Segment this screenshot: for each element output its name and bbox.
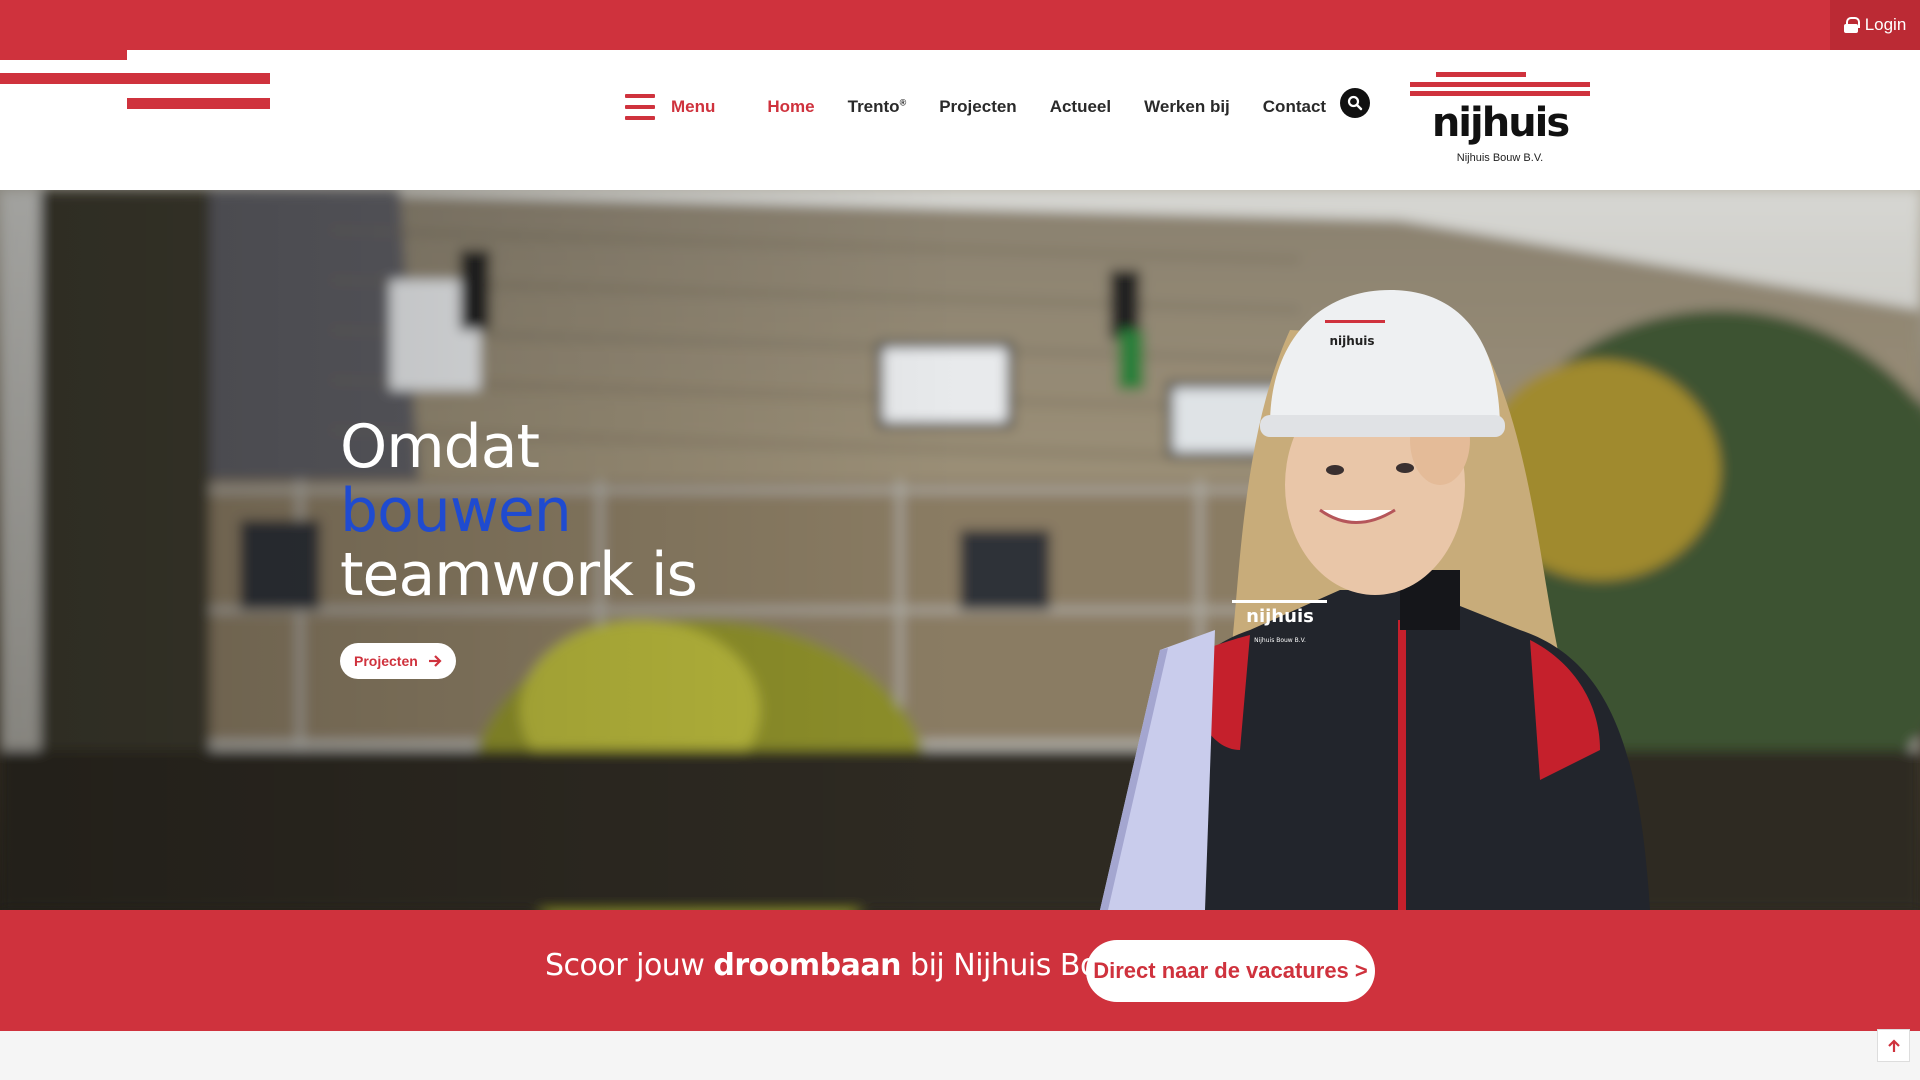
nav-trento[interactable]: Trento®	[848, 97, 907, 117]
svg-text:nijhuis: nijhuis	[1329, 334, 1374, 348]
decor-stripe	[127, 98, 270, 109]
decor-stripe	[0, 50, 127, 60]
svg-text:nijhuis: nijhuis	[1432, 100, 1569, 146]
search-button[interactable]	[1340, 88, 1370, 118]
logo-caption: Nijhuis Bouw B.V.	[1456, 152, 1544, 164]
menu-button[interactable]: Menu	[625, 94, 715, 120]
site-logo[interactable]: nijhuis Nijhuis Bouw B.V.	[1408, 70, 1592, 170]
projecten-button-label: Projecten	[354, 653, 418, 669]
nijhuis-logo: nijhuis	[1410, 72, 1590, 146]
menu-label: Menu	[671, 97, 716, 116]
login-label: Login	[1864, 15, 1907, 34]
hero-banner: nijhuis nijhuis Nijhuis Bouw B.V. Omdat …	[0, 190, 1920, 910]
svg-text:Nijhuis Bouw B.V.: Nijhuis Bouw B.V.	[1254, 637, 1306, 644]
main-nav: Menu Home Trento® Projecten Actueel Werk…	[625, 92, 1359, 122]
vacancy-cta-band: Scoor jouw droombaan bij Nijhuis Bouw! D…	[0, 910, 1920, 1031]
scroll-to-top-button[interactable]	[1877, 1029, 1910, 1062]
nav-werken-bij[interactable]: Werken bij	[1144, 97, 1230, 117]
hero-title-line-2: bouwen	[340, 476, 572, 546]
projecten-button[interactable]: Projecten	[340, 643, 456, 679]
cta-text: Scoor jouw droombaan bij Nijhuis Bouw!	[545, 948, 1152, 983]
page-bottom	[0, 1031, 1920, 1080]
hero-title-line-1: Omdat	[340, 412, 540, 482]
hero-title: Omdat bouwen teamwork is	[340, 412, 698, 610]
hero-photo: nijhuis nijhuis Nijhuis Bouw B.V.	[0, 190, 1920, 910]
nav-actueel[interactable]: Actueel	[1050, 97, 1111, 117]
hamburger-icon	[625, 94, 655, 120]
vacancies-button[interactable]: Direct naar de vacatures >	[1086, 940, 1375, 1002]
lock-icon	[1843, 17, 1860, 33]
top-bar: Login	[0, 0, 1920, 50]
arrow-up-icon	[1887, 1038, 1900, 1052]
nav-contact[interactable]: Contact	[1263, 97, 1326, 117]
hero-title-line-3: teamwork is	[340, 540, 698, 610]
arrow-right-icon	[428, 655, 442, 667]
svg-text:nijhuis: nijhuis	[1246, 606, 1314, 627]
search-icon	[1347, 95, 1363, 111]
login-button[interactable]: Login	[1830, 0, 1920, 50]
nav-projecten[interactable]: Projecten	[939, 97, 1016, 117]
nav-home[interactable]: Home	[767, 97, 814, 117]
decor-stripe	[0, 73, 270, 84]
site-header: Menu Home Trento® Projecten Actueel Werk…	[0, 50, 1920, 190]
